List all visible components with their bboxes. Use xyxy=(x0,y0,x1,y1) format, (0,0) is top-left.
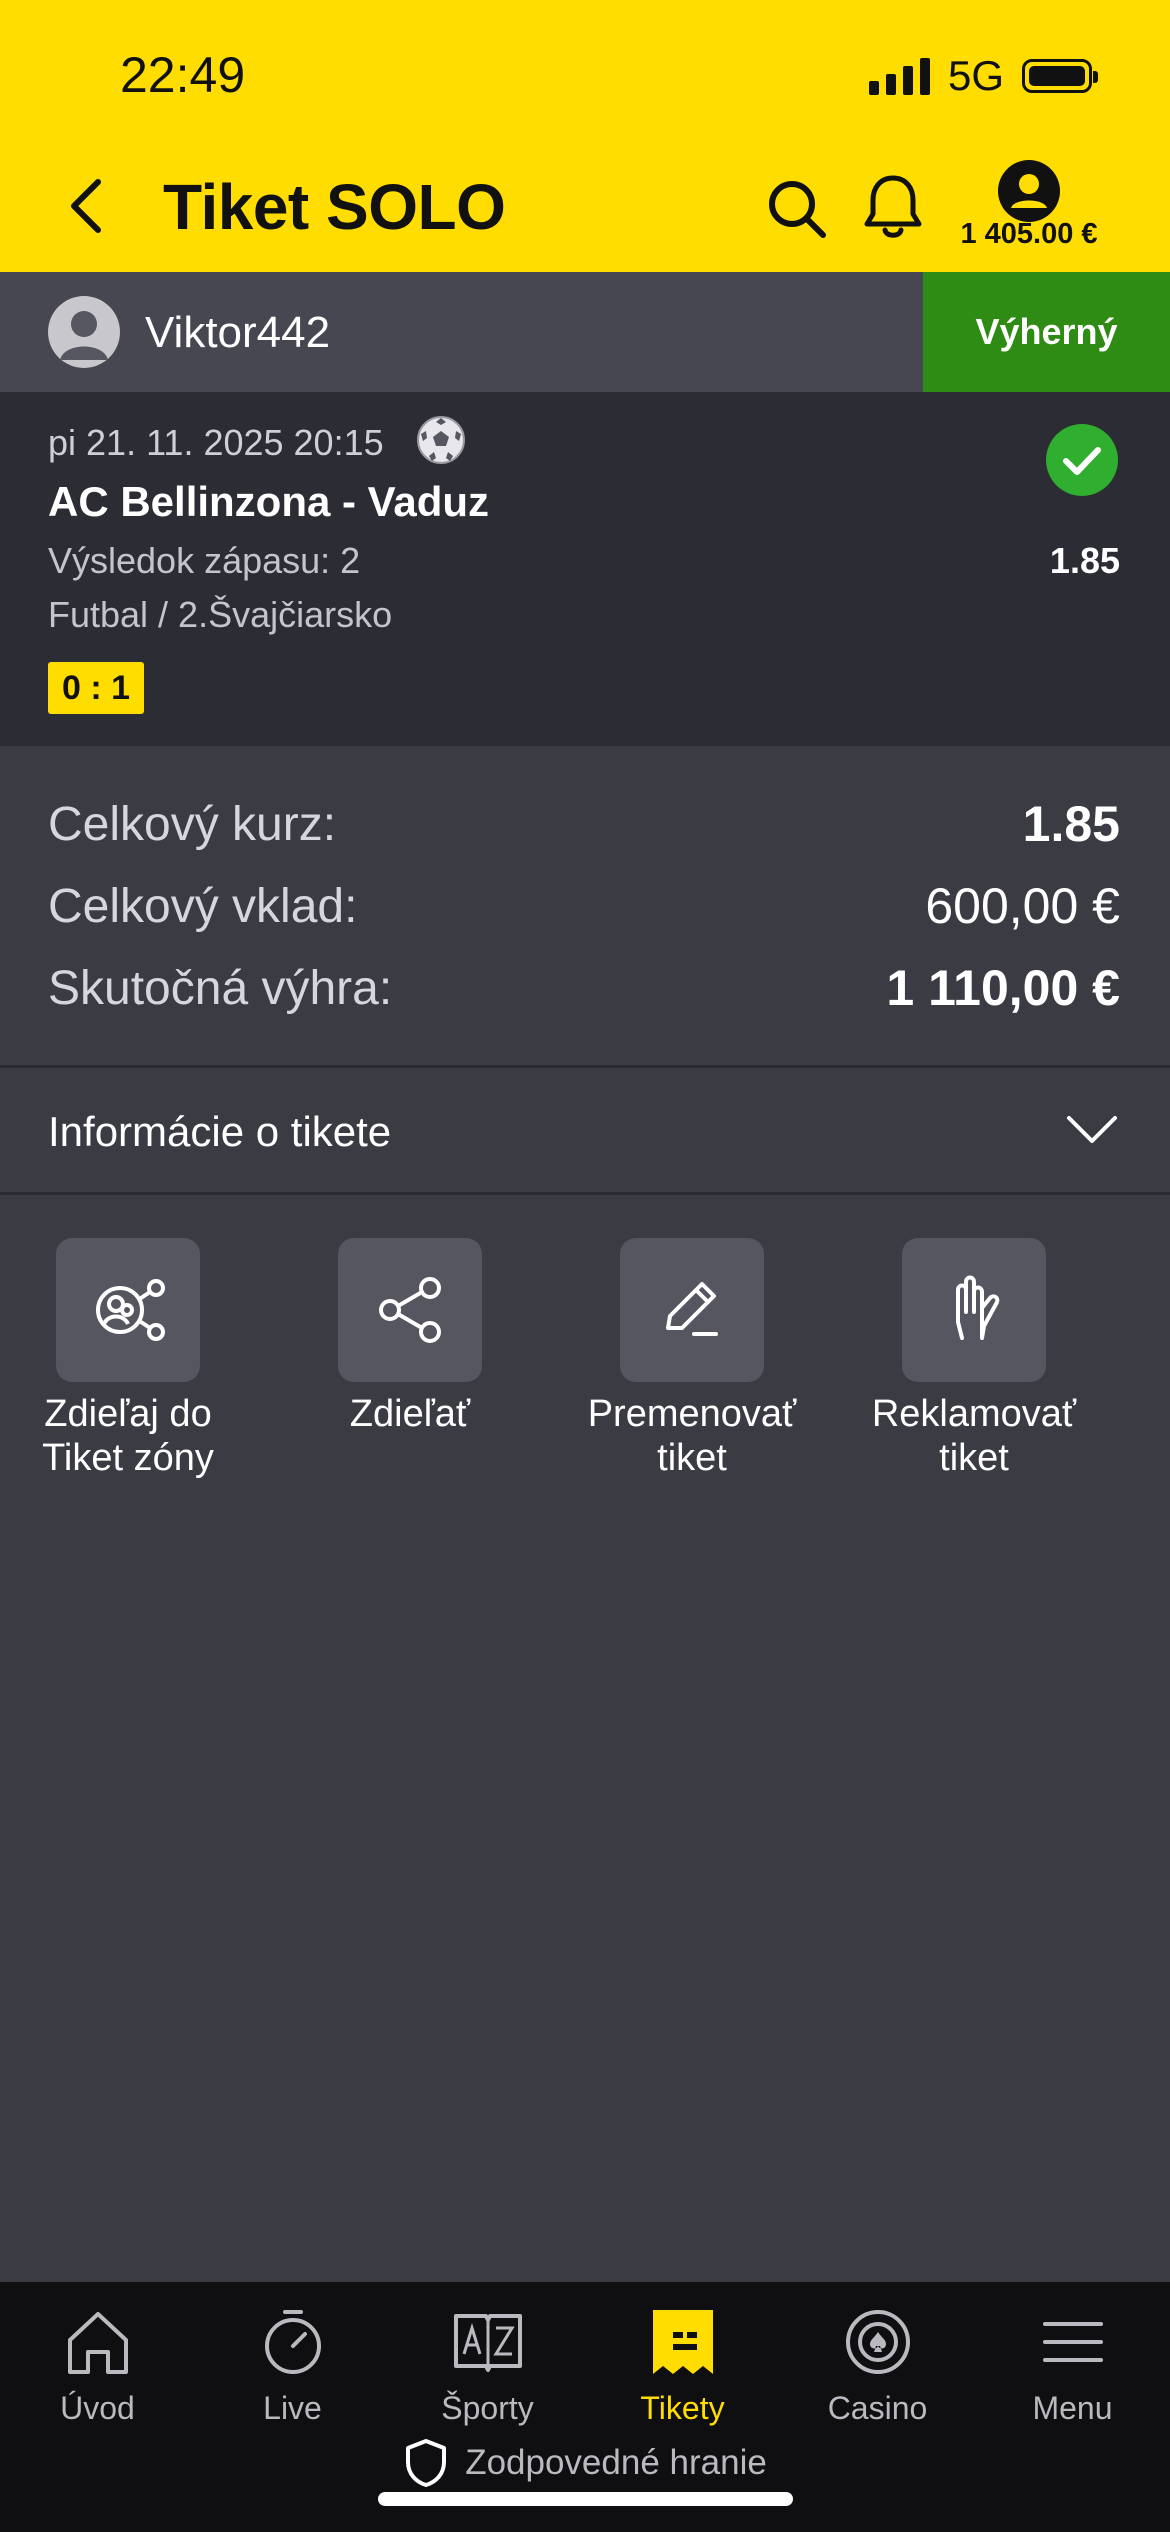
action-label: Zdieľať xyxy=(349,1393,471,1435)
actual-win-row: Skutočná výhra: 1 110,00 € xyxy=(48,958,1120,1018)
home-icon xyxy=(67,2312,128,2374)
ticket-info-toggle[interactable]: Informácie o tikete xyxy=(0,1068,1170,1192)
signal-icon xyxy=(868,57,930,95)
ticket-summary: Celkový kurz: 1.85 Celkový vklad: 600,00… xyxy=(0,746,1170,1066)
ticket-info-label: Informácie o tikete xyxy=(48,1108,392,1155)
book-az-icon xyxy=(453,2314,522,2372)
complain-ticket-button[interactable]: Reklamovať tiket xyxy=(834,1238,1114,1480)
search-icon[interactable] xyxy=(765,177,829,241)
divider xyxy=(0,1192,1170,1195)
casino-chip-icon xyxy=(845,2310,910,2374)
total-odds-label: Celkový kurz: xyxy=(48,797,337,851)
soccer-ball-icon xyxy=(417,416,465,464)
bet-selection: pi 21. 11. 2025 20:15 AC Bellinzona - Va… xyxy=(0,392,1170,746)
edit-icon xyxy=(666,1282,718,1336)
tab-label: Tikety xyxy=(640,2390,725,2426)
tab-tickets[interactable]: Tikety xyxy=(585,2302,780,2427)
tab-home[interactable]: Úvod xyxy=(0,2302,195,2427)
ticket-icon xyxy=(652,2310,713,2374)
chevron-down-icon xyxy=(1067,1116,1117,1143)
tab-casino[interactable]: Casino xyxy=(780,2302,975,2427)
action-label: Reklamovať tiket xyxy=(871,1393,1077,1479)
total-odds-row: Celkový kurz: 1.85 xyxy=(48,794,1120,854)
status-badge: Výherný xyxy=(923,272,1170,392)
share-icon xyxy=(379,1277,441,1343)
selection-odd: 1.85 xyxy=(1049,540,1120,581)
match-teams: AC Bellinzona - Vaduz xyxy=(48,478,490,525)
tab-label: Casino xyxy=(827,2390,928,2426)
tab-sports[interactable]: Športy xyxy=(390,2302,585,2427)
avatar xyxy=(48,296,120,368)
back-icon[interactable] xyxy=(62,176,112,236)
action-label: Premenovať tiket xyxy=(587,1393,797,1479)
match-league: Futbal / 2.Švajčiarsko xyxy=(48,594,393,635)
hamburger-icon xyxy=(1042,2322,1103,2362)
shield-icon xyxy=(406,2439,447,2487)
raised-hand-icon xyxy=(956,1275,1000,1340)
tab-label: Live xyxy=(263,2390,322,2426)
share-users-icon xyxy=(96,1279,165,1341)
match-datetime: pi 21. 11. 2025 20:15 xyxy=(48,422,384,463)
total-stake-label: Celkový vklad: xyxy=(48,879,358,933)
actual-win-value: 1 110,00 € xyxy=(886,960,1120,1016)
tab-live[interactable]: Live xyxy=(195,2302,390,2427)
tab-menu[interactable]: Menu xyxy=(975,2302,1170,2427)
tab-label: Úvod xyxy=(60,2390,135,2426)
ticket-actions: Zdieľaj do Tiket zóny Zdieľať Premenovať… xyxy=(0,1238,1170,1498)
share-button[interactable]: Zdieľať xyxy=(270,1238,550,1436)
battery-icon xyxy=(1022,59,1098,93)
username: Viktor442 xyxy=(145,308,331,357)
tab-label: Športy xyxy=(441,2390,534,2426)
responsible-gaming-label: Zodpovedné hranie xyxy=(465,2443,767,2482)
total-odds-value: 1.85 xyxy=(1022,796,1120,852)
match-score: 0 : 1 xyxy=(48,662,145,714)
status-icons: 5G xyxy=(868,52,1098,100)
won-check-icon xyxy=(1046,424,1118,496)
ticket-owner-row: Viktor442 Výherný xyxy=(0,272,1170,392)
status-time: 22:49 xyxy=(120,47,246,103)
share-to-ticket-zone-button[interactable]: Zdieľaj do Tiket zóny xyxy=(0,1238,268,1480)
total-stake-row: Celkový vklad: 600,00 € xyxy=(48,876,1120,936)
action-label: Zdieľaj do Tiket zóny xyxy=(42,1393,214,1479)
page-title: Tiket SOLO xyxy=(163,171,506,243)
account-balance: 1 405.00 € xyxy=(960,218,1098,250)
account-button[interactable]: 1 405.00 € xyxy=(944,160,1114,260)
responsible-gaming-link[interactable]: Zodpovedné hranie xyxy=(0,2438,1170,2488)
home-indicator[interactable] xyxy=(378,2492,793,2506)
user-icon xyxy=(998,160,1060,222)
total-stake-value: 600,00 € xyxy=(925,878,1120,934)
actual-win-label: Skutočná výhra: xyxy=(48,961,393,1015)
bell-icon[interactable] xyxy=(862,172,924,244)
stopwatch-icon xyxy=(264,2310,321,2374)
network-type: 5G xyxy=(947,52,1004,99)
tab-label: Menu xyxy=(1032,2390,1113,2426)
rename-ticket-button[interactable]: Premenovať tiket xyxy=(552,1238,832,1480)
bet-market: Výsledok zápasu: 2 xyxy=(48,540,361,581)
